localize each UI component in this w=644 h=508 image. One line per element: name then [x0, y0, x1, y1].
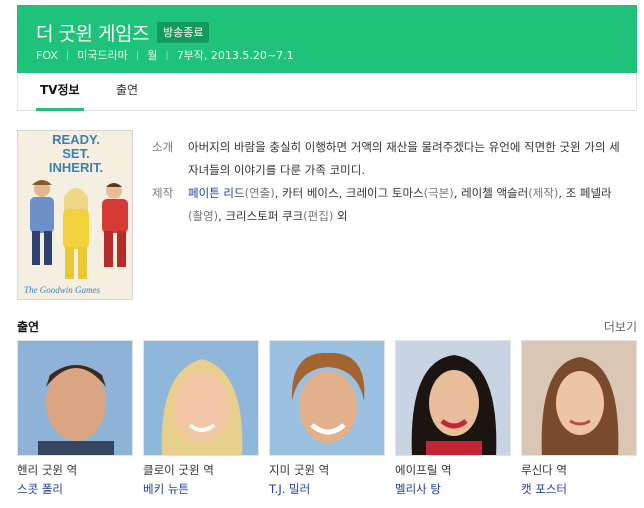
program-header: 더 굿윈 게임즈 방송종료 FOX | 미국드라마 | 월 | 7부작, 201…	[17, 5, 637, 73]
meta-separator: |	[165, 49, 169, 61]
cast-card[interactable]: 에이프릴 역 멜리사 탕	[395, 340, 511, 497]
credit-role: (극본)	[423, 186, 454, 200]
credit-name: 크레이그 토마스	[345, 186, 424, 200]
credit-name: 크리스토퍼 쿠크	[225, 209, 304, 223]
credit-name: 레이첼 액슬러	[461, 186, 529, 200]
cast-section-title: 출연	[17, 320, 40, 334]
cast-photo-art	[18, 341, 132, 455]
cast-card[interactable]: 클로이 굿윈 역 베키 뉴튼	[143, 340, 259, 497]
cast-role: 에이프릴 역	[395, 463, 452, 477]
program-title[interactable]: 더 굿윈 게임즈	[36, 19, 149, 46]
credit-name[interactable]: 페이튼 리드	[188, 186, 245, 200]
program-info: 소개 아버지의 바람을 충실히 이행하면 거액의 재산을 물려주겠다는 유언에 …	[152, 136, 622, 228]
cast-section-header: 출연 더보기	[17, 318, 637, 336]
tab-bar: TV정보 출연	[17, 73, 637, 111]
cast-role: 루신다 역	[521, 463, 567, 477]
meta-separator: |	[65, 49, 70, 61]
poster-headline-2: SET.	[62, 146, 89, 161]
credit-role: (촬영)	[188, 209, 219, 223]
credit-role: (연출)	[244, 186, 275, 200]
synopsis-label: 소개	[152, 140, 174, 154]
meta-separator: |	[135, 49, 140, 61]
poster-headline-1: READY.	[52, 132, 100, 147]
poster-logo: The Goodwin Games	[24, 285, 100, 295]
cast-role: 지미 굿윈 역	[269, 463, 330, 477]
cast-card[interactable]: 지미 굿윈 역 T.J. 밀러	[269, 340, 385, 497]
more-cast-link[interactable]: 더보기	[604, 318, 637, 335]
credits-row: 제작 페이튼 리드(연출), 카터 베이스, 크레이그 토마스(극본), 레이첼…	[152, 182, 622, 228]
cast-photo[interactable]	[143, 340, 259, 456]
meta-genre: 미국드라마	[77, 49, 128, 62]
credit-name: 조 페넬라	[565, 186, 612, 200]
cast-role: 클로이 굿윈 역	[143, 463, 214, 477]
cast-photo[interactable]	[521, 340, 637, 456]
program-meta: FOX | 미국드라마 | 월 | 7부작, 2013.5.20~7.1	[36, 47, 294, 63]
credits-label: 제작	[152, 186, 174, 200]
credits-text: 페이튼 리드(연출), 카터 베이스, 크레이그 토마스(극본), 레이첼 액슬…	[188, 186, 612, 223]
cast-card[interactable]: 루신다 역 캣 포스터	[521, 340, 637, 497]
cast-card[interactable]: 헨리 굿윈 역 스콧 폴리	[17, 340, 133, 497]
cast-photo-art	[522, 341, 636, 455]
meta-network: FOX	[36, 48, 58, 62]
cast-role: 헨리 굿윈 역	[17, 463, 78, 477]
poster-image[interactable]: READY. SET. INHERIT. The Goodwin Games	[17, 130, 133, 300]
poster-headline-3: INHERIT.	[49, 160, 103, 175]
cast-photo-art	[270, 341, 384, 455]
credit-role: (제작)	[528, 186, 559, 200]
credit-role: (편집)	[303, 209, 334, 223]
status-badge: 방송종료	[156, 22, 210, 43]
title-row: 더 굿윈 게임즈 방송종료	[36, 19, 210, 46]
synopsis-text: 아버지의 바람을 충실히 이행하면 거액의 재산을 물려주겠다는 유언에 직면한…	[188, 140, 620, 177]
cast-actor-name[interactable]: 베키 뉴튼	[143, 481, 259, 497]
credits-suffix: 외	[336, 209, 348, 223]
cast-actor-name[interactable]: 멜리사 탕	[395, 481, 511, 497]
synopsis-row: 소개 아버지의 바람을 충실히 이행하면 거액의 재산을 물려주겠다는 유언에 …	[152, 136, 622, 182]
cast-photo[interactable]	[17, 340, 133, 456]
tab-tv-info[interactable]: TV정보	[36, 73, 84, 111]
cast-photo-art	[396, 341, 510, 455]
cast-photo[interactable]	[395, 340, 511, 456]
cast-actor-name[interactable]: 캣 포스터	[521, 481, 637, 497]
tab-cast[interactable]: 출연	[116, 73, 138, 110]
cast-photo[interactable]	[269, 340, 385, 456]
meta-episodes: 7부작, 2013.5.20~7.1	[176, 49, 294, 62]
poster-artwork: READY. SET. INHERIT. The Goodwin Games	[18, 131, 132, 299]
cast-actor-name[interactable]: T.J. 밀러	[269, 481, 385, 497]
cast-actor-name[interactable]: 스콧 폴리	[17, 481, 133, 497]
credit-name: 카터 베이스	[282, 186, 339, 200]
meta-airday: 월	[147, 49, 158, 62]
cast-photo-art	[144, 341, 258, 455]
